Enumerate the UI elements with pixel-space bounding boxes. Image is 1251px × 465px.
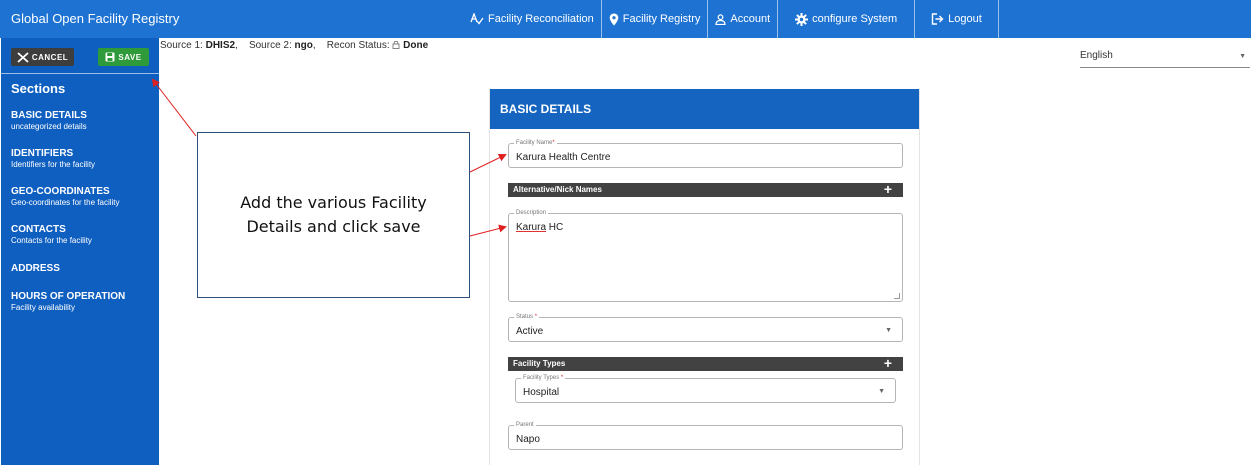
add-alternative-name-icon[interactable]: + bbox=[884, 181, 892, 197]
chevron-down-icon: ▼ bbox=[1239, 53, 1246, 60]
section-subtitle: uncategorized details bbox=[11, 122, 87, 131]
section-title: GEO-COORDINATES bbox=[11, 186, 110, 197]
section-geo-coordinates[interactable]: GEO-COORDINATES Geo-coordinates for the … bbox=[11, 186, 120, 207]
cancel-label: CANCEL bbox=[31, 52, 69, 62]
field-label: Facility Name* bbox=[514, 139, 557, 147]
floppy-icon bbox=[105, 52, 115, 62]
source1-value: DHIS2 bbox=[205, 40, 236, 51]
facility-types-value: Hospital bbox=[523, 387, 560, 398]
facility-name-field[interactable]: Facility Name* Karura Health Centre bbox=[508, 139, 903, 168]
source1-label: Source 1: bbox=[160, 40, 203, 51]
parent-field[interactable]: Parent Napo bbox=[508, 421, 903, 450]
nav-logout-label: Logout bbox=[948, 13, 982, 25]
nav-facility-registry-label: Facility Registry bbox=[622, 13, 701, 25]
parent-value: Napo bbox=[516, 434, 540, 445]
description-field[interactable]: Description Karura HC bbox=[508, 209, 903, 302]
source-info: Source 1: DHIS2, Source 2: ngo, Recon St… bbox=[160, 40, 429, 52]
logout-icon bbox=[931, 13, 944, 25]
facility-types-bar-label: Facility Types bbox=[513, 359, 566, 368]
nav-logout[interactable]: Logout bbox=[915, 0, 999, 38]
section-title: IDENTIFIERS bbox=[11, 148, 74, 159]
card-header: BASIC DETAILS bbox=[490, 89, 919, 129]
nav-account[interactable]: Account bbox=[708, 0, 779, 38]
nav-account-label: Account bbox=[730, 13, 771, 25]
nav-facility-registry[interactable]: Facility Registry bbox=[602, 0, 709, 38]
lock-icon bbox=[392, 40, 400, 52]
section-title: ADDRESS bbox=[11, 263, 60, 274]
source2-value: ngo bbox=[294, 40, 313, 51]
location-pin-icon bbox=[609, 13, 619, 26]
top-app-bar: Global Open Facility Registry Facility R… bbox=[0, 0, 1251, 38]
facility-types-select[interactable]: Facility Types * Hospital ▼ bbox=[515, 374, 896, 403]
section-title: CONTACTS bbox=[11, 224, 66, 235]
section-title: HOURS OF OPERATION bbox=[11, 291, 126, 302]
language-select[interactable]: English ▼ bbox=[1080, 50, 1250, 68]
section-subtitle: Identifiers for the facility bbox=[11, 160, 96, 169]
facility-types-bar: Facility Types + bbox=[508, 355, 903, 371]
section-contacts[interactable]: CONTACTS Contacts for the facility bbox=[11, 224, 92, 245]
alternative-names-bar: Alternative/Nick Names + bbox=[508, 181, 903, 197]
status-value: Active bbox=[516, 326, 544, 337]
field-label: Status * bbox=[514, 313, 540, 321]
section-title: BASIC DETAILS bbox=[11, 110, 87, 121]
cancel-button[interactable]: CANCEL bbox=[11, 48, 74, 66]
section-subtitle: Facility availability bbox=[11, 303, 76, 312]
user-icon bbox=[715, 13, 726, 25]
add-facility-type-icon[interactable]: + bbox=[884, 355, 892, 371]
spellcheck-icon bbox=[470, 13, 484, 25]
app-title[interactable]: Global Open Facility Registry bbox=[11, 11, 179, 26]
annotation-text: Add the various Facility Details and cli… bbox=[240, 193, 427, 236]
section-identifiers[interactable]: IDENTIFIERS Identifiers for the facility bbox=[11, 148, 95, 169]
nav-facility-reconciliation-label: Facility Reconciliation bbox=[488, 13, 594, 25]
sidebar-divider bbox=[1, 73, 159, 74]
section-address[interactable]: ADDRESS bbox=[11, 263, 60, 274]
alternative-names-label: Alternative/Nick Names bbox=[513, 185, 602, 194]
field-label: Description bbox=[514, 209, 549, 217]
section-subtitle: Contacts for the facility bbox=[11, 236, 92, 245]
recon-status-value: Done bbox=[403, 40, 429, 51]
field-label: Facility Types * bbox=[521, 374, 566, 382]
top-nav: Facility Reconciliation Facility Registr… bbox=[463, 0, 999, 38]
chevron-down-icon: ▼ bbox=[878, 388, 885, 395]
tools-icon bbox=[17, 51, 29, 63]
nav-configure-system-label: configure System bbox=[812, 13, 898, 25]
sections-title: Sections bbox=[11, 81, 66, 96]
save-label: SAVE bbox=[118, 52, 142, 62]
language-value: English bbox=[1080, 50, 1113, 61]
section-hours-of-operation[interactable]: HOURS OF OPERATION Facility availability bbox=[11, 291, 125, 312]
nav-facility-reconciliation[interactable]: Facility Reconciliation bbox=[463, 0, 602, 38]
recon-status-label: Recon Status: bbox=[326, 40, 390, 51]
facility-name-value: Karura Health Centre bbox=[516, 152, 611, 163]
resize-handle-icon[interactable] bbox=[894, 293, 900, 299]
description-value: Karura HC bbox=[516, 222, 564, 233]
basic-details-card: BASIC DETAILS Facility Name* Karura Heal… bbox=[489, 89, 920, 465]
nav-configure-system[interactable]: configure System bbox=[778, 0, 916, 38]
field-label: Parent bbox=[514, 421, 536, 429]
section-basic-details[interactable]: BASIC DETAILS uncategorized details bbox=[11, 110, 87, 131]
gear-icon bbox=[795, 12, 809, 26]
annotation-callout: Add the various Facility Details and cli… bbox=[197, 132, 470, 298]
arrow-to-save-button bbox=[151, 78, 197, 137]
save-button[interactable]: SAVE bbox=[98, 48, 149, 66]
chevron-down-icon: ▼ bbox=[885, 327, 892, 334]
status-select[interactable]: Status * Active ▼ bbox=[508, 313, 903, 342]
section-subtitle: Geo-coordinates for the facility bbox=[11, 198, 120, 207]
sections-sidebar: CANCEL SAVE Sections BASIC DETAILS uncat… bbox=[1, 38, 159, 465]
source2-label: Source 2: bbox=[248, 40, 292, 51]
